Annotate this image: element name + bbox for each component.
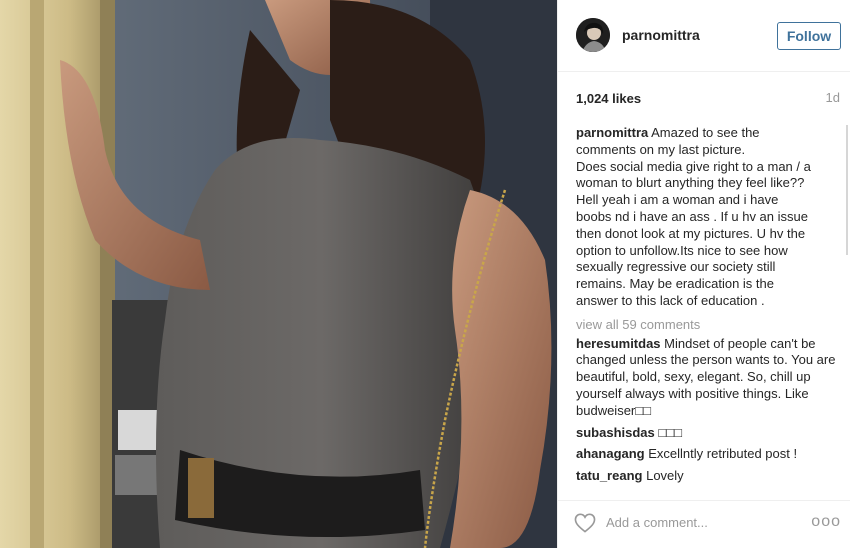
avatar[interactable] (576, 18, 610, 52)
caption-line: comments on my last picture. (576, 141, 746, 157)
comment-text: Excellntly retributed post ! (648, 446, 798, 462)
follow-button[interactable]: Follow (777, 22, 841, 50)
caption-line: Hell yeah i am a woman and i have (576, 192, 779, 208)
caption-line: Amazed to see the (651, 125, 760, 140)
comment-item: tatu_reang Lovely (576, 468, 842, 485)
more-options-icon[interactable]: ooo (811, 513, 841, 531)
comment-author[interactable]: heresumitdas (576, 336, 661, 351)
view-all-comments-link[interactable]: view all 59 comments (576, 317, 842, 334)
instagram-post: parnomittra Follow 1,024 likes 1d parnom… (0, 0, 850, 548)
caption-line: boobs nd i have an ass . If u hv an issu… (576, 208, 808, 224)
likes-row: 1,024 likes 1d (576, 90, 840, 110)
likes-count[interactable]: 1,024 likes (576, 91, 641, 106)
caption-line: answer to this lack of education . (576, 292, 765, 308)
caption-author[interactable]: parnomittra (576, 125, 648, 140)
comment-author[interactable]: tatu_reang (576, 468, 642, 483)
comment-author[interactable]: subashisdas (576, 425, 655, 440)
post-photo[interactable] (0, 0, 557, 548)
username[interactable]: parnomittra (622, 27, 700, 43)
post-footer: Add a comment... ooo (558, 500, 850, 548)
caption-line: remains. May be eradication is the (576, 276, 774, 292)
caption-line: woman to blurt anything they feel like?? (576, 175, 805, 191)
post-age[interactable]: 1d (826, 90, 840, 105)
add-comment-input[interactable]: Add a comment... (606, 515, 708, 530)
post-side-panel: parnomittra Follow 1,024 likes 1d parnom… (557, 0, 850, 548)
caption-line: Does social media give right to a man / … (576, 158, 811, 174)
caption-line: then donot look at my pictures. U hv the (576, 225, 806, 241)
post-header: parnomittra Follow (558, 0, 850, 72)
caption: parnomittra Amazed to see the comments o… (576, 125, 842, 310)
avatar-image (576, 18, 610, 52)
comment-text: Lovely (646, 468, 684, 484)
comment-item: subashisdas □□□ (576, 425, 842, 442)
comment-author[interactable]: ahanagang (576, 446, 645, 461)
caption-line: option to unfollow.Its nice to see how (576, 242, 788, 258)
caption-line: sexually regressive our society still (576, 259, 776, 275)
comment-item: heresumitdas Mindset of people can't be … (576, 336, 842, 420)
photo-illustration (0, 0, 557, 548)
comment-text: □□□ (658, 424, 682, 440)
comment-item: ahanagang Excellntly retributed post ! (576, 446, 842, 463)
comments-scrollbar[interactable] (846, 125, 848, 255)
heart-outline-icon[interactable] (574, 513, 596, 533)
comments-list: parnomittra Amazed to see the comments o… (576, 125, 842, 491)
